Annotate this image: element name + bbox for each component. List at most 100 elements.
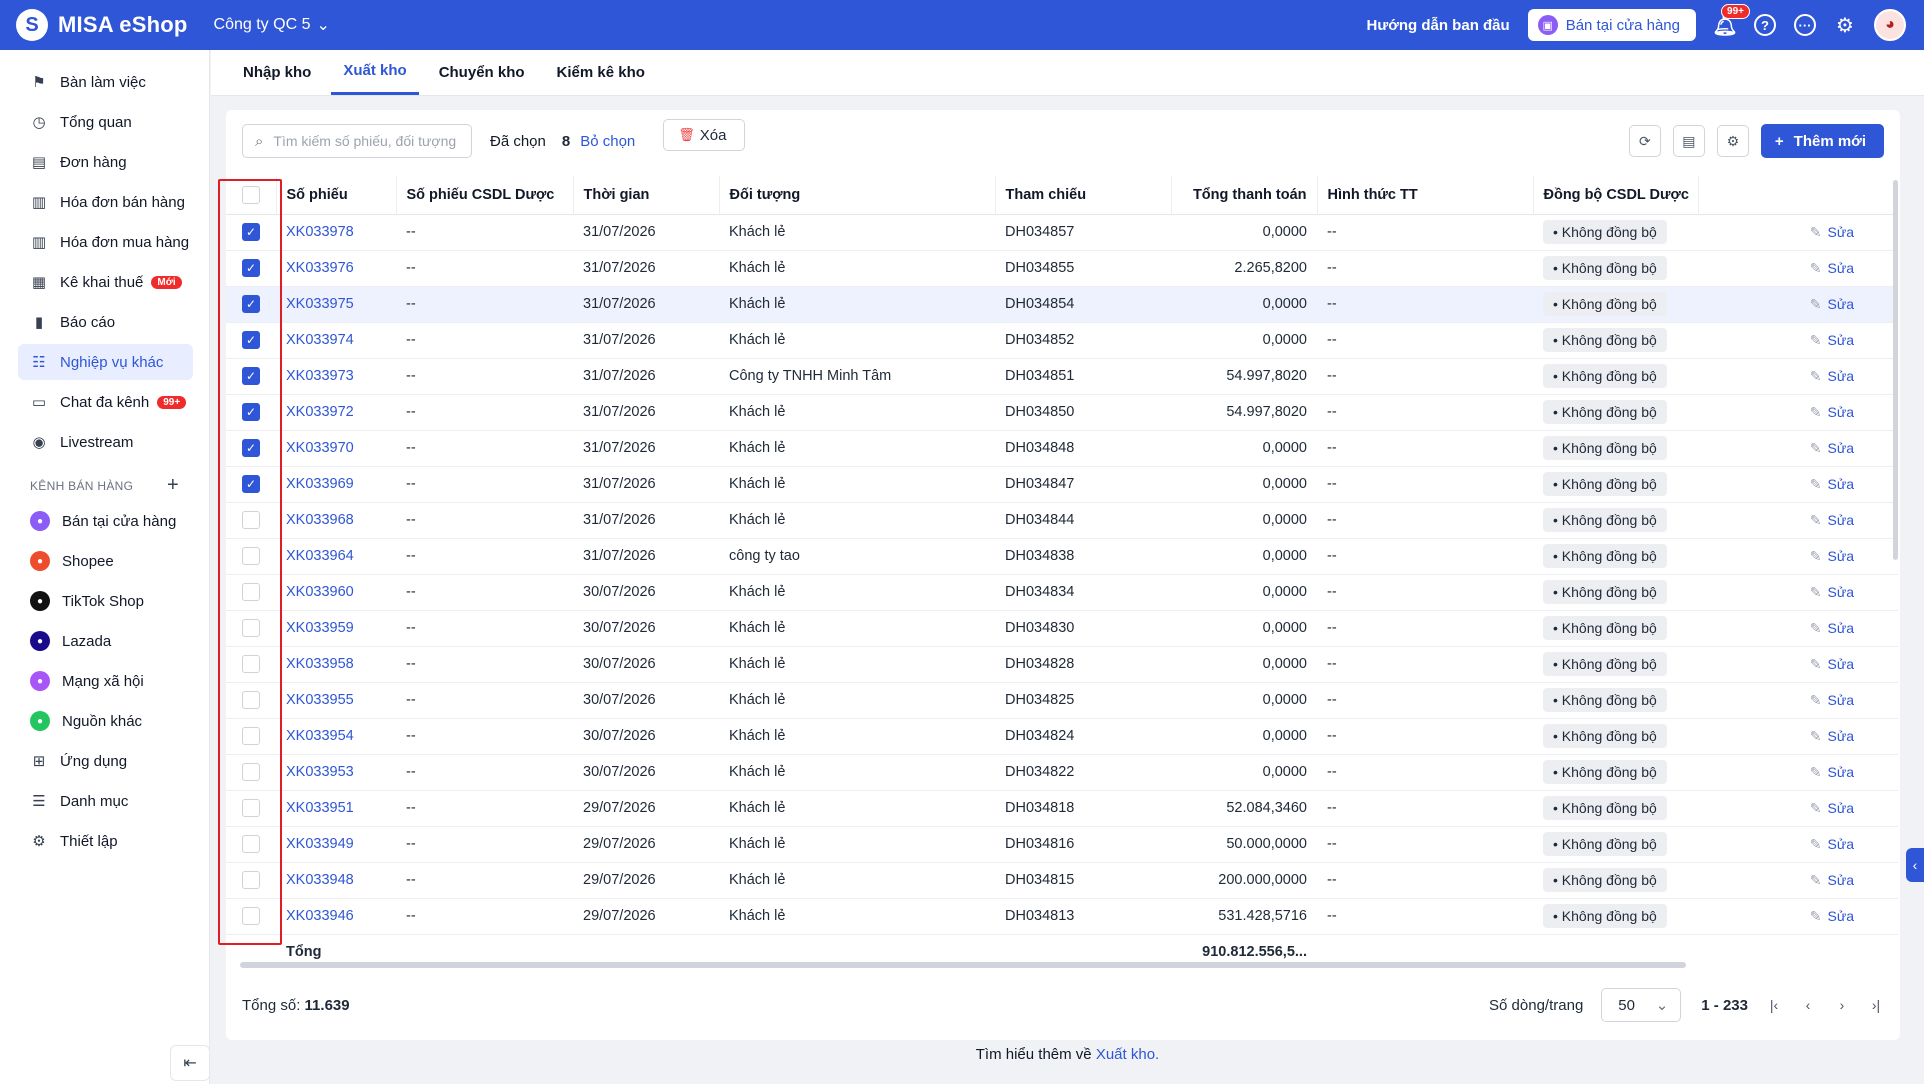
- app-logo[interactable]: S MISA eShop: [16, 9, 188, 41]
- row-checkbox[interactable]: ✓: [242, 367, 260, 385]
- table-row[interactable]: XK033964 -- 31/07/2026 công ty tao DH034838 0…: [226, 538, 1898, 575]
- row-checkbox[interactable]: [242, 763, 260, 781]
- row-checkbox[interactable]: ✓: [242, 223, 260, 241]
- first-page-icon[interactable]: |‹: [1766, 997, 1782, 1013]
- table-row[interactable]: XK033946 -- 29/07/2026 Khách lẻ DH034813 531.…: [226, 898, 1898, 935]
- edit-button[interactable]: ✎ Sửa: [1810, 368, 1854, 384]
- col-header-code[interactable]: Số phiếu: [275, 176, 396, 215]
- export-code-link[interactable]: XK033973: [276, 358, 396, 395]
- learn-more-link[interactable]: Xuất kho.: [1096, 1046, 1159, 1063]
- table-row[interactable]: ✓ XK033970 -- 31/07/2026 Khách lẻ DH034848 0,0…: [226, 430, 1898, 467]
- row-checkbox[interactable]: [242, 835, 260, 853]
- row-checkbox[interactable]: [242, 871, 260, 889]
- row-checkbox[interactable]: ✓: [242, 295, 260, 313]
- export-code-link[interactable]: XK033949: [276, 826, 396, 863]
- row-checkbox[interactable]: [242, 907, 260, 925]
- settings-gear-icon[interactable]: ⚙: [1834, 14, 1856, 37]
- sidebar-item-main-5[interactable]: ▦ Kê khai thuế Mới: [18, 264, 193, 300]
- edit-button[interactable]: ✎ Sửa: [1810, 512, 1854, 528]
- search-box[interactable]: ⌕: [242, 124, 472, 158]
- edit-button[interactable]: ✎ Sửa: [1810, 620, 1854, 636]
- export-code-link[interactable]: XK033974: [276, 322, 396, 359]
- table-row[interactable]: XK033959 -- 30/07/2026 Khách lẻ DH034830 0,00…: [226, 610, 1898, 647]
- horizontal-scrollbar[interactable]: [240, 962, 1686, 968]
- next-page-icon[interactable]: ›: [1834, 997, 1850, 1013]
- col-header-total[interactable]: Tổng thanh toán: [1170, 176, 1317, 215]
- company-selector[interactable]: Công ty QC 5 ⌄: [214, 15, 330, 35]
- sidebar-item-main-3[interactable]: ▥ Hóa đơn bán hàng: [18, 184, 193, 220]
- export-code-link[interactable]: XK033953: [276, 754, 396, 791]
- row-checkbox[interactable]: [242, 583, 260, 601]
- export-code-link[interactable]: XK033948: [276, 862, 396, 899]
- table-row[interactable]: ✓ XK033978 -- 31/07/2026 Khách lẻ DH034857 0,0…: [226, 214, 1898, 251]
- vertical-scrollbar[interactable]: [1893, 180, 1898, 560]
- search-input[interactable]: [273, 133, 464, 149]
- table-row[interactable]: XK033949 -- 29/07/2026 Khách lẻ DH034816 50.0…: [226, 826, 1898, 863]
- export-code-link[interactable]: XK033968: [276, 502, 396, 539]
- table-row[interactable]: XK033955 -- 30/07/2026 Khách lẻ DH034825 0,00…: [226, 682, 1898, 719]
- table-row[interactable]: ✓ XK033973 -- 31/07/2026 Công ty TNHH Minh T…: [226, 358, 1898, 395]
- channel-item-3[interactable]: ● Lazada: [18, 623, 193, 659]
- getting-started-link[interactable]: Hướng dẫn ban đầu: [1367, 17, 1510, 34]
- clear-selection-link[interactable]: Bỏ chọn: [580, 133, 635, 150]
- edit-button[interactable]: ✎ Sửa: [1810, 548, 1854, 564]
- help-icon[interactable]: ?: [1754, 14, 1776, 36]
- edit-button[interactable]: ✎ Sửa: [1810, 800, 1854, 816]
- channel-item-0[interactable]: ● Bán tại cửa hàng: [18, 503, 193, 539]
- last-page-icon[interactable]: ›|: [1868, 997, 1884, 1013]
- table-row[interactable]: XK033958 -- 30/07/2026 Khách lẻ DH034828 0,00…: [226, 646, 1898, 683]
- edit-button[interactable]: ✎ Sửa: [1810, 872, 1854, 888]
- sell-in-store-button[interactable]: ▣ Bán tại cửa hàng: [1527, 9, 1696, 41]
- row-checkbox[interactable]: [242, 547, 260, 565]
- export-code-link[interactable]: XK033978: [276, 214, 396, 251]
- export-file-icon[interactable]: ▤: [1672, 125, 1705, 157]
- col-header-payment[interactable]: Hình thức TT: [1316, 176, 1533, 215]
- sidebar-item-main-8[interactable]: ▭ Chat đa kênh 99+: [18, 384, 193, 420]
- edit-button[interactable]: ✎ Sửa: [1810, 476, 1854, 492]
- export-code-link[interactable]: XK033960: [276, 574, 396, 611]
- col-header-reference[interactable]: Tham chiếu: [994, 176, 1171, 215]
- edit-button[interactable]: ✎ Sửa: [1810, 404, 1854, 420]
- edit-button[interactable]: ✎ Sửa: [1810, 440, 1854, 456]
- col-header-date[interactable]: Thời gian: [572, 176, 719, 215]
- export-code-link[interactable]: XK033969: [276, 466, 396, 503]
- channel-item-4[interactable]: ● Mạng xã hội: [18, 663, 193, 699]
- col-header-csdl-code[interactable]: Số phiếu CSDL Dược: [395, 176, 573, 215]
- sidebar-item-main-1[interactable]: ◷ Tổng quan: [18, 104, 193, 140]
- select-all-checkbox[interactable]: [241, 185, 260, 204]
- delete-button[interactable]: 🗑︎ Xóa: [663, 119, 746, 151]
- export-code-link[interactable]: XK033964: [276, 538, 396, 575]
- edit-button[interactable]: ✎ Sửa: [1810, 584, 1854, 600]
- side-panel-toggle-icon[interactable]: ‹: [1906, 848, 1924, 882]
- edit-button[interactable]: ✎ Sửa: [1810, 764, 1854, 780]
- export-code-link[interactable]: XK033958: [276, 646, 396, 683]
- export-code-link[interactable]: XK033951: [276, 790, 396, 827]
- export-code-link[interactable]: XK033976: [276, 250, 396, 287]
- export-code-link[interactable]: XK033954: [276, 718, 396, 755]
- tab-0[interactable]: Nhập kho: [231, 49, 323, 95]
- edit-button[interactable]: ✎ Sửa: [1810, 836, 1854, 852]
- row-checkbox[interactable]: [242, 799, 260, 817]
- table-row[interactable]: XK033948 -- 29/07/2026 Khách lẻ DH034815 200.…: [226, 862, 1898, 899]
- row-checkbox[interactable]: ✓: [242, 475, 260, 493]
- table-row[interactable]: ✓ XK033969 -- 31/07/2026 Khách lẻ DH034847 0,0…: [226, 466, 1898, 503]
- edit-button[interactable]: ✎ Sửa: [1810, 656, 1854, 672]
- sidebar-item-main-2[interactable]: ▤ Đơn hàng: [18, 144, 193, 180]
- export-code-link[interactable]: XK033975: [276, 286, 396, 323]
- sidebar-item-bottom-0[interactable]: ⊞ Ứng dụng: [18, 743, 193, 779]
- export-code-link[interactable]: XK033959: [276, 610, 396, 647]
- row-checkbox[interactable]: [242, 691, 260, 709]
- sidebar-item-main-0[interactable]: ⚑ Bàn làm việc: [18, 64, 193, 100]
- table-row[interactable]: ✓ XK033975 -- 31/07/2026 Khách lẻ DH034854 0,0…: [226, 286, 1898, 323]
- row-checkbox[interactable]: ✓: [242, 331, 260, 349]
- export-code-link[interactable]: XK033972: [276, 394, 396, 431]
- row-checkbox[interactable]: ✓: [242, 439, 260, 457]
- tab-1[interactable]: Xuất kho: [331, 49, 419, 95]
- tab-3[interactable]: Kiểm kê kho: [545, 49, 657, 95]
- row-checkbox[interactable]: [242, 619, 260, 637]
- channel-item-2[interactable]: ● TikTok Shop: [18, 583, 193, 619]
- sidebar-item-main-7[interactable]: ☷ Nghiệp vụ khác: [18, 344, 193, 380]
- row-checkbox[interactable]: [242, 727, 260, 745]
- refresh-icon[interactable]: ⟳: [1628, 125, 1661, 157]
- table-row[interactable]: XK033968 -- 31/07/2026 Khách lẻ DH034844 0,00…: [226, 502, 1898, 539]
